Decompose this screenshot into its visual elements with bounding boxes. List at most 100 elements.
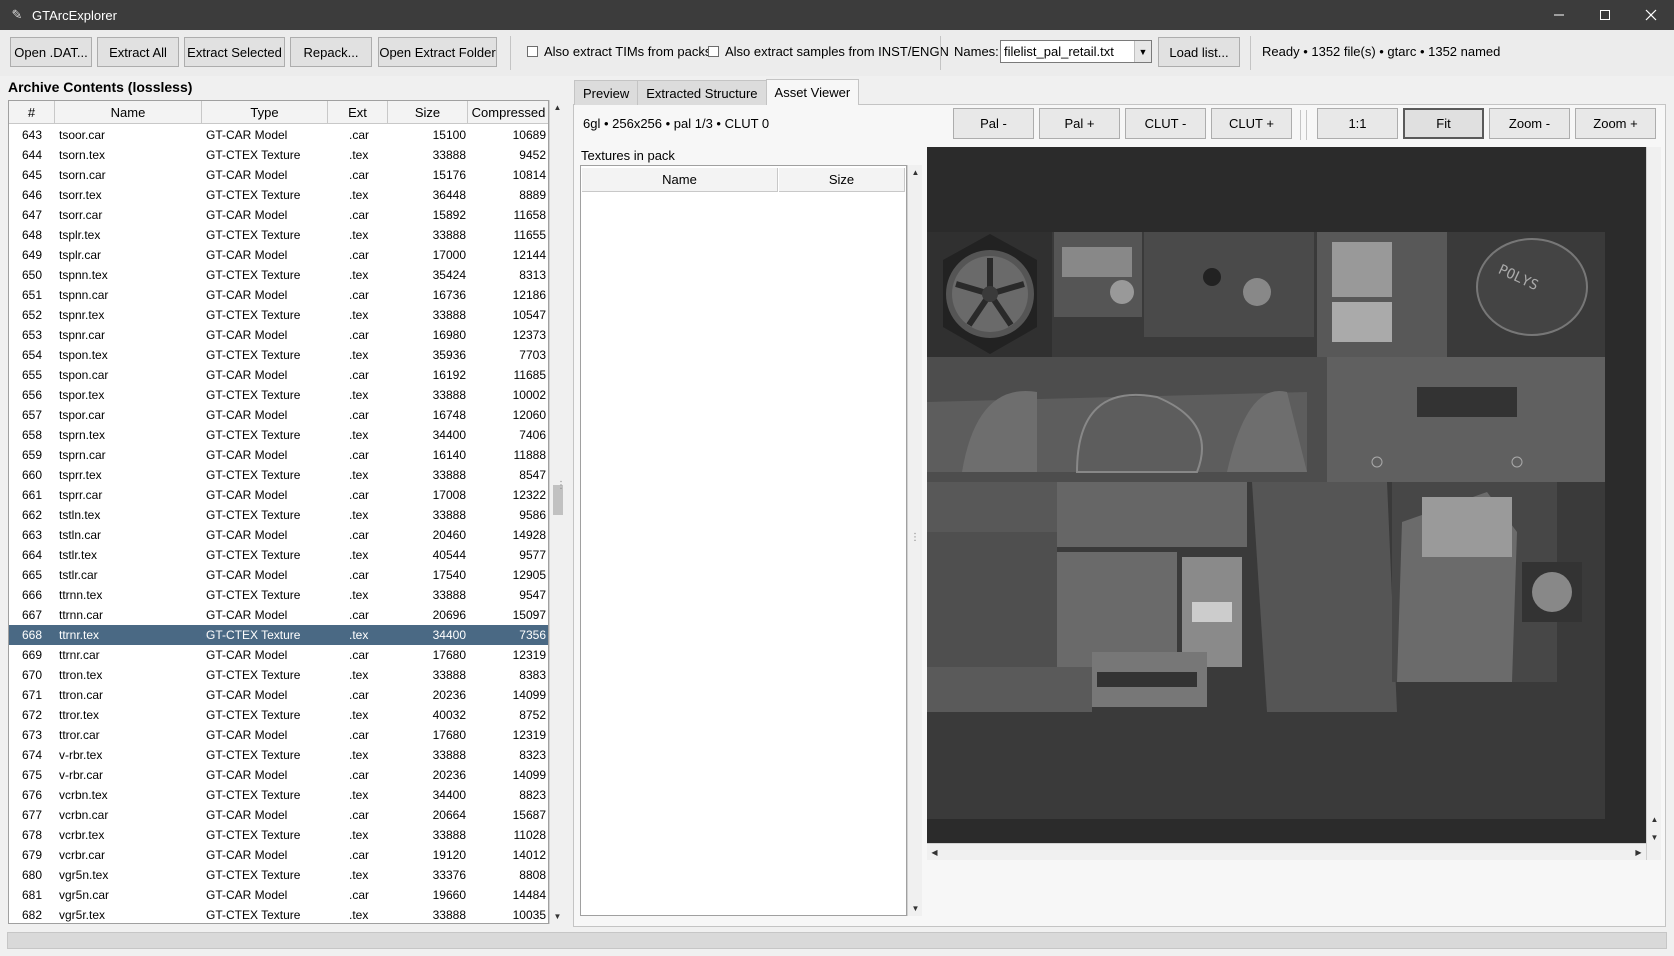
table-row[interactable]: 650 tspnn.tex GT-CTEX Texture .tex 35424 8313 xyxy=(9,265,548,285)
table-row[interactable]: 682 vgr5r.tex GT-CTEX Texture .tex 33888 1003… xyxy=(9,905,548,923)
canvas-vscroll[interactable]: ▲ ▼ xyxy=(1646,147,1661,860)
table-row[interactable]: 652 tspnr.tex GT-CTEX Texture .tex 33888 1054… xyxy=(9,305,548,325)
maximize-icon xyxy=(1600,10,1610,20)
extract-samples-checkbox[interactable]: Also extract samples from INST/ENGN xyxy=(708,44,949,59)
col-header-num[interactable]: # xyxy=(9,101,55,124)
maximize-button[interactable] xyxy=(1582,0,1628,30)
clut-minus-button[interactable]: CLUT - xyxy=(1125,108,1206,139)
table-row[interactable]: 658 tsprn.tex GT-CTEX Texture .tex 34400 7406 xyxy=(9,425,548,445)
load-list-button[interactable]: Load list... xyxy=(1158,37,1240,67)
archive-table[interactable]: # Name Type Ext Size Compressed 643 tsoor… xyxy=(8,100,549,924)
scroll-up-icon[interactable]: ▲ xyxy=(550,100,565,115)
tab-extracted-structure[interactable]: Extracted Structure xyxy=(637,80,767,105)
cell-ext: .car xyxy=(349,248,370,262)
table-row[interactable]: 669 ttrnr.car GT-CAR Model .car 17680 12319 xyxy=(9,645,548,665)
cell-name: tspnn.car xyxy=(59,288,109,302)
table-row[interactable]: 665 tstlr.car GT-CAR Model .car 17540 12905 xyxy=(9,565,548,585)
table-row[interactable]: 676 vcrbn.tex GT-CTEX Texture .tex 34400 8823 xyxy=(9,785,548,805)
table-row[interactable]: 655 tspon.car GT-CAR Model .car 16192 11685 xyxy=(9,365,548,385)
zoom-minus-button[interactable]: Zoom - xyxy=(1489,108,1570,139)
pal-minus-button[interactable]: Pal - xyxy=(953,108,1034,139)
scroll-right-icon[interactable]: ▶ xyxy=(1631,845,1646,860)
table-row[interactable]: 643 tsoor.car GT-CAR Model .car 15100 10689 xyxy=(9,125,548,145)
open-extract-folder-button[interactable]: Open Extract Folder xyxy=(378,37,497,67)
col-header-type[interactable]: Type xyxy=(202,101,328,124)
cell-size: 35936 xyxy=(432,348,466,362)
table-row[interactable]: 670 ttron.tex GT-CTEX Texture .tex 33888 8383 xyxy=(9,665,548,685)
scroll-up-icon[interactable]: ▲ xyxy=(1647,812,1662,827)
cell-size: 17000 xyxy=(432,248,466,262)
col-header-ext[interactable]: Ext xyxy=(328,101,388,124)
table-row[interactable]: 672 ttror.tex GT-CTEX Texture .tex 40032 8752 xyxy=(9,705,548,725)
checkbox-box[interactable] xyxy=(708,46,719,57)
canvas-hscroll[interactable]: ◀ ▶ xyxy=(927,843,1646,860)
table-row[interactable]: 673 ttror.car GT-CAR Model .car 17680 12319 xyxy=(9,725,548,745)
table-row[interactable]: 648 tsplr.tex GT-CTEX Texture .tex 33888 1165… xyxy=(9,225,548,245)
table-row[interactable]: 654 tspon.tex GT-CTEX Texture .tex 35936 7703 xyxy=(9,345,548,365)
extract-all-button[interactable]: Extract All xyxy=(97,37,179,67)
scroll-down-icon[interactable]: ▼ xyxy=(550,909,565,924)
chevron-down-icon[interactable]: ▼ xyxy=(1134,41,1151,62)
checkbox-box[interactable] xyxy=(527,46,538,57)
extract-tims-label: Also extract TIMs from packs xyxy=(544,44,712,59)
scroll-up-icon[interactable]: ▲ xyxy=(908,165,923,180)
table-row[interactable]: 653 tspnr.car GT-CAR Model .car 16980 12373 xyxy=(9,325,548,345)
tex-col-name[interactable]: Name xyxy=(582,168,778,192)
names-label: Names: xyxy=(954,44,999,59)
texture-canvas[interactable]: POLYS ▲ ▼ ◀ ▶ xyxy=(927,147,1661,860)
scroll-left-icon[interactable]: ◀ xyxy=(927,845,942,860)
table-row[interactable]: 646 tsorr.tex GT-CTEX Texture .tex 36448 8889 xyxy=(9,185,548,205)
table-row[interactable]: 644 tsorn.tex GT-CTEX Texture .tex 33888 9452 xyxy=(9,145,548,165)
table-row[interactable]: 662 tstln.tex GT-CTEX Texture .tex 33888 9586 xyxy=(9,505,548,525)
table-row[interactable]: 647 tsorr.car GT-CAR Model .car 15892 11658 xyxy=(9,205,548,225)
table-row[interactable]: 649 tsplr.car GT-CAR Model .car 17000 12144 xyxy=(9,245,548,265)
table-row[interactable]: 651 tspnn.car GT-CAR Model .car 16736 12186 xyxy=(9,285,548,305)
fit-button[interactable]: Fit xyxy=(1403,108,1484,139)
col-header-size[interactable]: Size xyxy=(388,101,468,124)
table-row[interactable]: 663 tstln.car GT-CAR Model .car 20460 14928 xyxy=(9,525,548,545)
table-row[interactable]: 679 vcrbr.car GT-CAR Model .car 19120 14012 xyxy=(9,845,548,865)
cell-name: tspon.tex xyxy=(59,348,108,362)
table-row[interactable]: 671 ttron.car GT-CAR Model .car 20236 14099 xyxy=(9,685,548,705)
close-button[interactable] xyxy=(1628,0,1674,30)
table-row[interactable]: 675 v-rbr.car GT-CAR Model .car 20236 14099 xyxy=(9,765,548,785)
table-row[interactable]: 667 ttrnn.car GT-CAR Model .car 20696 15097 xyxy=(9,605,548,625)
tab-preview[interactable]: Preview xyxy=(574,80,639,105)
table-row[interactable]: 674 v-rbr.tex GT-CTEX Texture .tex 33888 8323 xyxy=(9,745,548,765)
table-row[interactable]: 657 tspor.car GT-CAR Model .car 16748 12060 xyxy=(9,405,548,425)
pal-plus-button[interactable]: Pal + xyxy=(1039,108,1120,139)
table-row[interactable]: 681 vgr5n.car GT-CAR Model .car 19660 14484 xyxy=(9,885,548,905)
extract-selected-button[interactable]: Extract Selected xyxy=(184,37,285,67)
scroll-down-icon[interactable]: ▼ xyxy=(1647,830,1662,845)
open-dat-button[interactable]: Open .DAT... xyxy=(10,37,92,67)
table-row[interactable]: 660 tsprr.tex GT-CTEX Texture .tex 33888 8547 xyxy=(9,465,548,485)
zoom-plus-button[interactable]: Zoom + xyxy=(1575,108,1656,139)
table-row[interactable]: 656 tspor.tex GT-CTEX Texture .tex 33888 1000… xyxy=(9,385,548,405)
table-row[interactable]: 661 tsprr.car GT-CAR Model .car 17008 12322 xyxy=(9,485,548,505)
cell-name: ttrnn.car xyxy=(59,608,104,622)
table-row[interactable]: 664 tstlr.tex GT-CTEX Texture .tex 40544 9577 xyxy=(9,545,548,565)
table-row[interactable]: 678 vcrbr.tex GT-CTEX Texture .tex 33888 1102… xyxy=(9,825,548,845)
minimize-button[interactable] xyxy=(1536,0,1582,30)
names-combobox[interactable]: filelist_pal_retail.txt ▼ xyxy=(1000,40,1152,63)
table-row[interactable]: 659 tsprn.car GT-CAR Model .car 16140 11888 xyxy=(9,445,548,465)
cell-size: 17680 xyxy=(432,728,466,742)
table-row[interactable]: 645 tsorn.car GT-CAR Model .car 15176 10814 xyxy=(9,165,548,185)
tab-asset-viewer[interactable]: Asset Viewer xyxy=(765,79,860,105)
textures-list[interactable]: Name Size xyxy=(580,165,907,916)
table-row[interactable]: 668 ttrnr.tex GT-CTEX Texture .tex 34400 7356 xyxy=(9,625,548,645)
zoom-1to1-button[interactable]: 1:1 xyxy=(1317,108,1398,139)
table-row[interactable]: 680 vgr5n.tex GT-CTEX Texture .tex 33376 8808 xyxy=(9,865,548,885)
table-row[interactable]: 666 ttrnn.tex GT-CTEX Texture .tex 33888 9547 xyxy=(9,585,548,605)
sash-grip[interactable]: ⋮ xyxy=(910,532,920,552)
pane-divider[interactable]: ⋮ xyxy=(556,480,566,500)
archive-scrollbar[interactable]: ▲ ▼ xyxy=(549,100,565,924)
col-header-compressed[interactable]: Compressed xyxy=(468,101,548,124)
col-header-name[interactable]: Name xyxy=(55,101,202,124)
clut-plus-button[interactable]: CLUT + xyxy=(1211,108,1292,139)
repack-button[interactable]: Repack... xyxy=(290,37,372,67)
tex-col-size[interactable]: Size xyxy=(779,168,905,192)
table-row[interactable]: 677 vcrbn.car GT-CAR Model .car 20664 15687 xyxy=(9,805,548,825)
extract-tims-checkbox[interactable]: Also extract TIMs from packs xyxy=(527,44,711,59)
scroll-down-icon[interactable]: ▼ xyxy=(908,901,923,916)
